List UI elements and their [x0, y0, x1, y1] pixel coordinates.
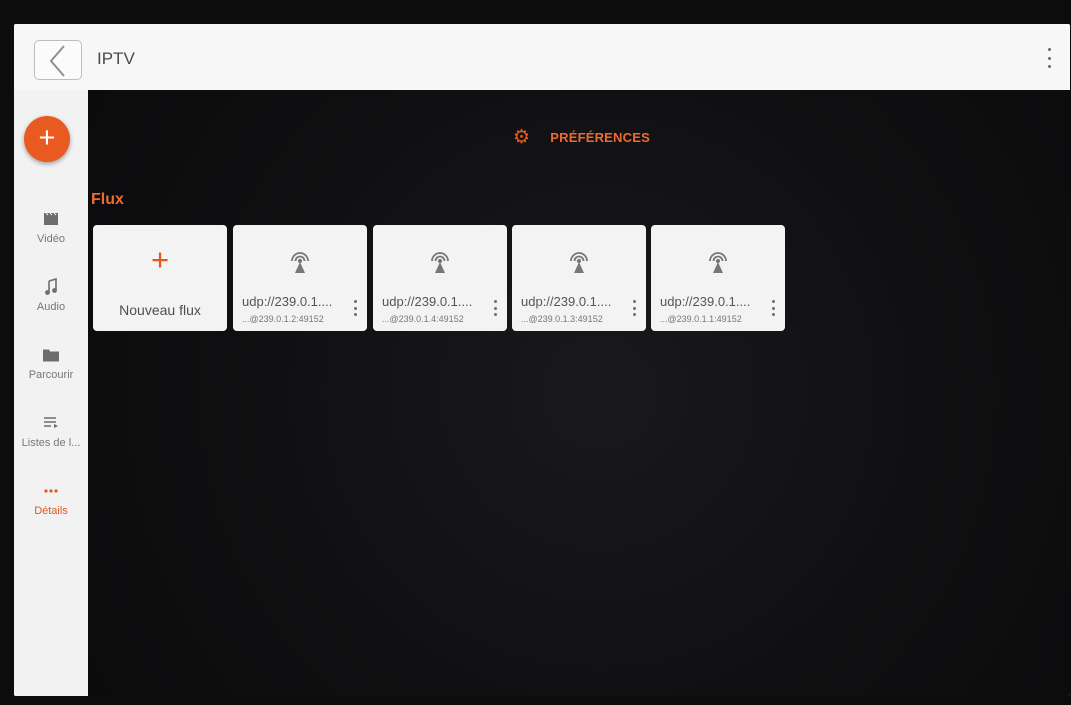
- nav-item-browse[interactable]: Parcourir: [14, 346, 88, 381]
- stream-address: ...@239.0.1.3:49152: [521, 314, 603, 324]
- more-vert-icon[interactable]: [632, 300, 636, 316]
- video-icon: [44, 212, 58, 225]
- playlist-icon: [44, 417, 58, 428]
- broadcast-tower-icon: [431, 252, 449, 273]
- stream-card[interactable]: udp://239.0.1.... ...@239.0.1.4:49152: [373, 225, 507, 331]
- top-app-bar: IPTV: [14, 24, 1070, 91]
- stream-address: ...@239.0.1.1:49152: [660, 314, 742, 324]
- nav-label-audio: Audio: [36, 301, 66, 313]
- broadcast-tower-icon: [570, 252, 588, 273]
- nav-label-video: Vidéo: [37, 233, 65, 245]
- back-button[interactable]: [34, 40, 82, 80]
- preferences-label: PRÉFÉRENCES: [550, 129, 650, 145]
- stream-card[interactable]: udp://239.0.1.... ...@239.0.1.2:49152: [233, 225, 367, 331]
- stream-title: udp://239.0.1....: [521, 294, 612, 309]
- streams-section-title: Flux: [91, 191, 124, 208]
- music-note-icon: [45, 278, 57, 295]
- stream-title: udp://239.0.1....: [382, 294, 473, 309]
- app-screen: IPTV + Vidéo Audio Parcourir Listes de l…: [14, 24, 1070, 696]
- nav-label-playlists: Listes de l...: [21, 437, 81, 449]
- nav-label-browse: Parcourir: [28, 369, 74, 381]
- more-vert-icon[interactable]: [771, 300, 775, 316]
- nav-item-details[interactable]: Détails: [14, 482, 88, 517]
- broadcast-tower-icon: [291, 252, 309, 273]
- stream-address: ...@239.0.1.4:49152: [382, 314, 464, 324]
- new-stream-label: Nouveau flux: [119, 302, 201, 318]
- add-button[interactable]: +: [24, 116, 70, 162]
- more-vert-icon[interactable]: [1043, 48, 1055, 68]
- folder-icon: [43, 349, 59, 362]
- stream-address: ...@239.0.1.2:49152: [242, 314, 324, 324]
- more-vert-icon[interactable]: [353, 300, 357, 316]
- preferences-button[interactable]: ⚙ PRÉFÉRENCES: [513, 126, 650, 148]
- nav-item-playlists[interactable]: Listes de l...: [14, 414, 88, 449]
- stream-card[interactable]: udp://239.0.1.... ...@239.0.1.3:49152: [512, 225, 646, 331]
- app-title: IPTV: [97, 49, 135, 68]
- stream-title: udp://239.0.1....: [242, 294, 333, 309]
- broadcast-tower-icon: [709, 252, 727, 273]
- nav-item-video[interactable]: Vidéo: [14, 210, 88, 245]
- gear-icon: ⚙: [513, 126, 531, 148]
- navigation-rail: + Vidéo Audio Parcourir Listes de l... D…: [14, 90, 88, 696]
- more-horiz-icon: [44, 489, 58, 493]
- stream-title: udp://239.0.1....: [660, 294, 751, 309]
- add-stream-icon: +: [150, 242, 170, 277]
- nav-item-audio[interactable]: Audio: [14, 278, 88, 313]
- back-arrow-icon: [49, 45, 65, 77]
- new-stream-card[interactable]: + Nouveau flux: [93, 225, 227, 331]
- nav-label-details: Détails: [34, 505, 68, 517]
- stream-card[interactable]: udp://239.0.1.... ...@239.0.1.1:49152: [651, 225, 785, 331]
- more-vert-icon[interactable]: [493, 300, 497, 316]
- main-content: ⚙ PRÉFÉRENCES Flux + Nouveau flux udp://…: [88, 90, 1070, 696]
